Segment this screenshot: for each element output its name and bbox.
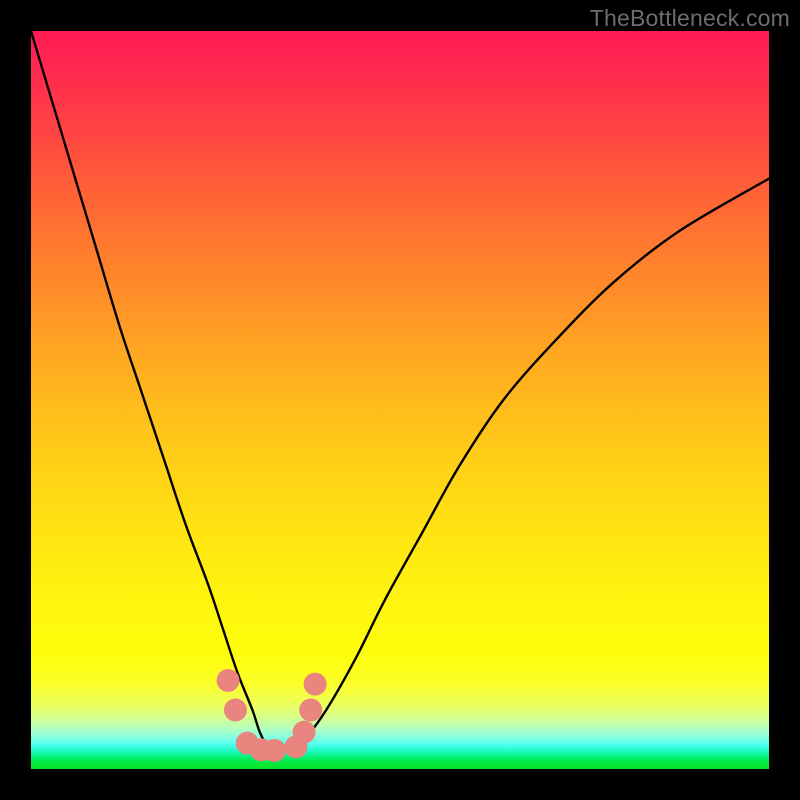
data-marker xyxy=(304,673,327,696)
plot-area xyxy=(31,31,769,769)
watermark-text: TheBottleneck.com xyxy=(590,5,790,32)
chart-stage: TheBottleneck.com xyxy=(0,0,800,800)
data-marker xyxy=(293,721,316,744)
data-marker xyxy=(263,739,286,762)
data-marker xyxy=(224,698,247,721)
marker-layer xyxy=(31,31,769,769)
data-marker xyxy=(299,698,322,721)
data-marker xyxy=(217,669,240,692)
